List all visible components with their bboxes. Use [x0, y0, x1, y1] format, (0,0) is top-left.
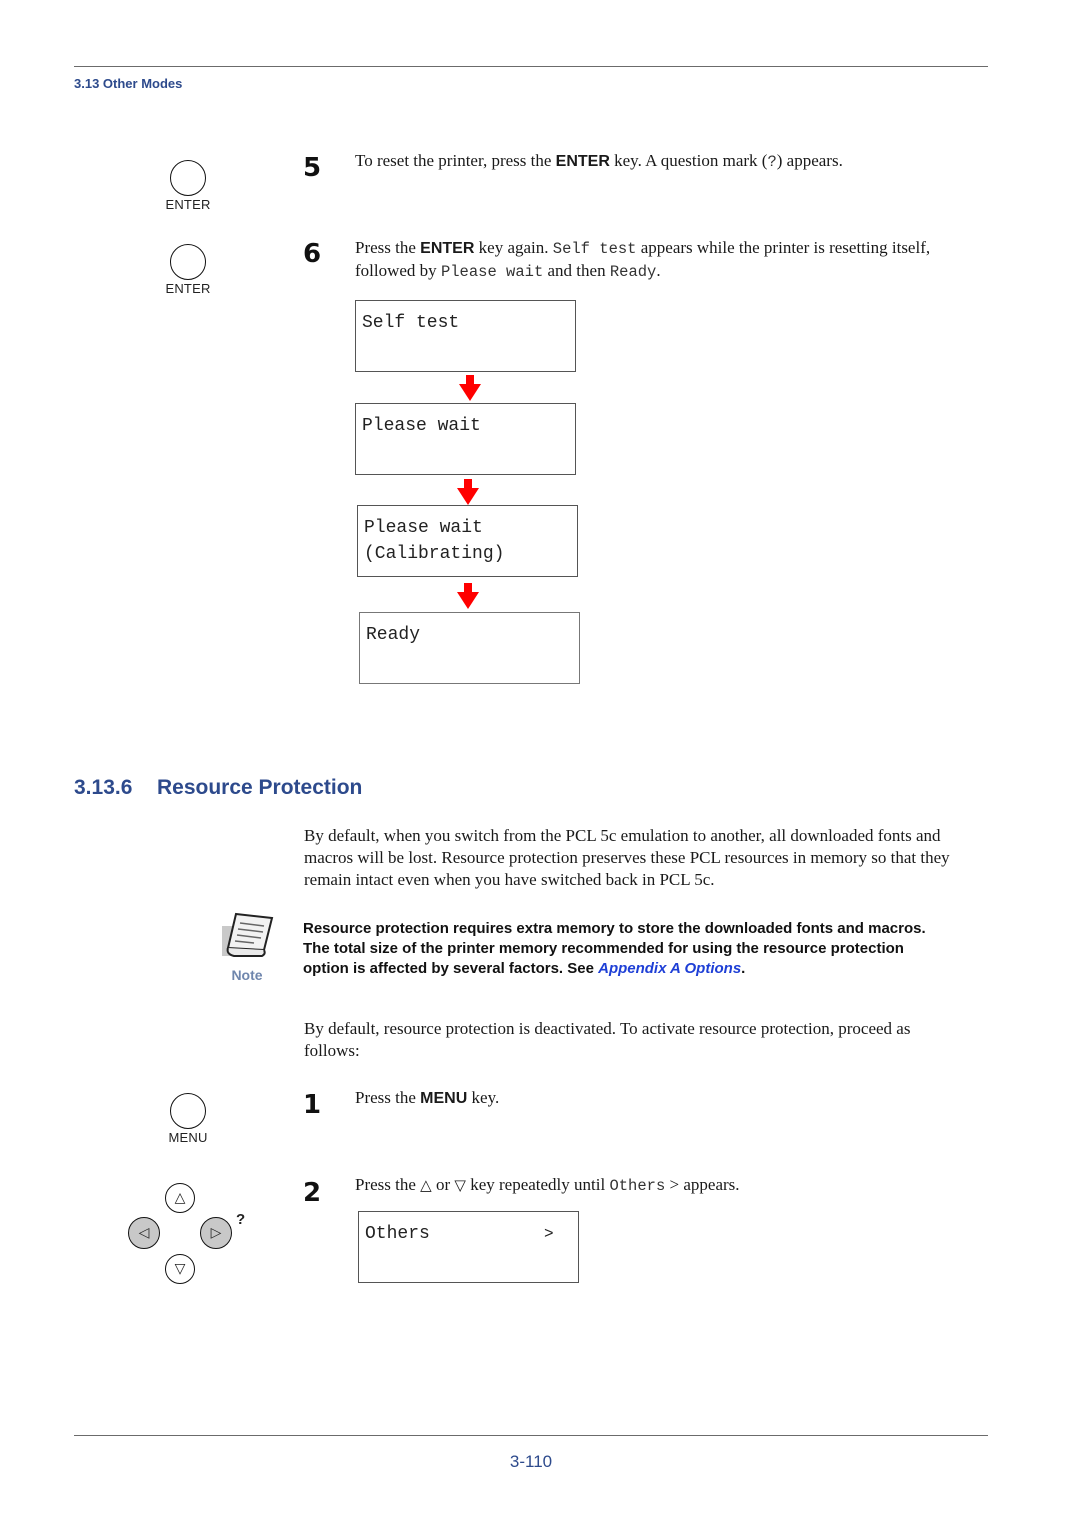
note-text: Resource protection requires extra memor… — [303, 920, 926, 977]
lcd-line-1: Please wait — [364, 518, 483, 538]
lcd-line-1: Self test — [362, 313, 460, 333]
step-2-text: Press the △ or ▽ key repeatedly until Ot… — [355, 1175, 740, 1195]
step-1-text: Press the MENU key. — [355, 1088, 500, 1107]
enter-key-circle — [170, 244, 206, 280]
step-5-text: To reset the printer, press the ENTER ke… — [355, 151, 843, 171]
step-number: 2 — [303, 1178, 322, 1208]
enter-key-ref: ENTER — [555, 153, 610, 170]
section-header: 3.13 Other Modes — [74, 76, 183, 91]
lcd-right-indicator: > — [544, 1225, 554, 1243]
lcd-display: Self test — [355, 300, 576, 372]
enter-key-icon: ENTER — [150, 244, 226, 296]
enter-key-label: ENTER — [165, 197, 211, 212]
right-key-icon: ▷ — [200, 1217, 232, 1249]
lcd-display: Others > — [358, 1211, 579, 1283]
note-block-icon: Note — [218, 912, 278, 983]
intro-paragraph: By default, when you switch from the PCL… — [304, 826, 950, 889]
left-key-icon: ◁ — [128, 1217, 160, 1249]
enter-key-label: ENTER — [165, 281, 211, 296]
down-key-icon: ▽ — [165, 1254, 195, 1284]
note-paper-icon — [222, 912, 274, 957]
up-key-icon: △ — [165, 1183, 195, 1213]
appendix-a-options-link[interactable]: Appendix A Options — [598, 960, 741, 977]
up-symbol: △ — [420, 1176, 432, 1194]
lcd-line-1: Others — [365, 1224, 430, 1244]
down-symbol: ▽ — [454, 1176, 466, 1194]
down-arrow-icon — [459, 375, 481, 401]
step-6-text: Press the ENTER key again. Self test app… — [355, 238, 931, 281]
lcd-line-1: Please wait — [362, 416, 481, 436]
lcd-display: Please wait — [355, 403, 576, 475]
footer-rule — [74, 1435, 988, 1436]
section-title: Resource Protection — [157, 776, 363, 799]
step-number: 5 — [303, 153, 322, 183]
enter-key-ref: ENTER — [420, 240, 475, 257]
page-number: 3-110 — [509, 1452, 553, 1471]
lcd-display: Please wait (Calibrating) — [357, 505, 578, 577]
step-number: 1 — [303, 1090, 322, 1120]
note-label: Note — [231, 967, 263, 983]
lcd-line-1: Ready — [366, 625, 421, 645]
enter-key-icon: ENTER — [150, 160, 226, 212]
question-mark-icon: ? — [236, 1211, 246, 1228]
section-heading: 3.13.6 Resource Protection — [74, 776, 362, 800]
activate-paragraph: By default, resource protection is deact… — [304, 1019, 911, 1060]
menu-key-label: MENU — [168, 1130, 208, 1145]
header-rule — [74, 66, 988, 67]
enter-key-circle — [170, 160, 206, 196]
down-arrow-icon — [457, 479, 479, 505]
down-arrow-icon — [457, 583, 479, 609]
menu-key-icon: MENU — [150, 1093, 226, 1145]
section-number: 3.13.6 — [74, 776, 133, 799]
menu-key-ref: MENU — [420, 1090, 468, 1107]
lcd-line-2: (Calibrating) — [364, 544, 505, 564]
step-number: 6 — [303, 239, 322, 269]
lcd-display: Ready — [359, 612, 580, 684]
menu-key-circle — [170, 1093, 206, 1129]
